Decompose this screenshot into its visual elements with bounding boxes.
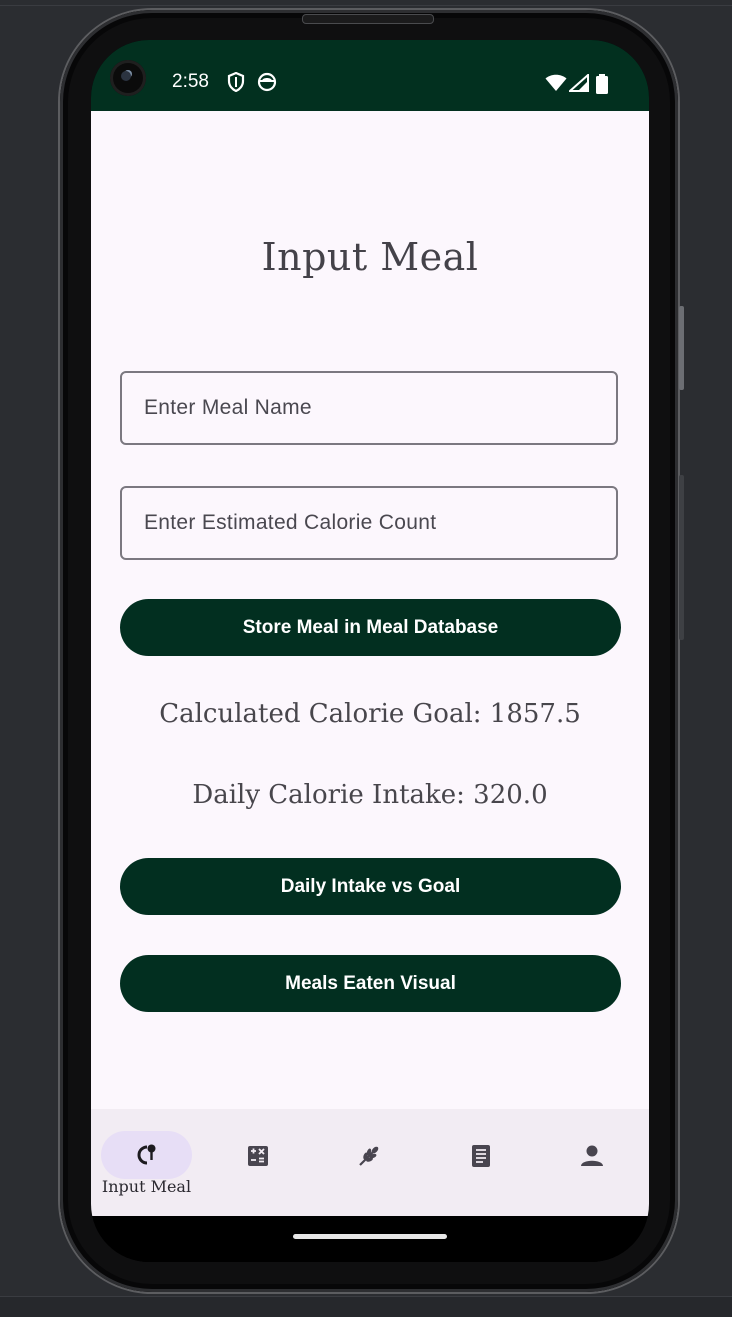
meal-icon <box>137 1144 156 1165</box>
profile-icon <box>581 1145 603 1166</box>
status-bar: 2:58 <box>91 40 649 111</box>
volume-rocker[interactable] <box>679 475 684 640</box>
nav-item-profile[interactable] <box>537 1109 648 1216</box>
intake-vs-goal-button[interactable]: Daily Intake vs Goal <box>120 858 621 915</box>
face-icon <box>257 72 277 92</box>
status-time: 2:58 <box>172 71 209 92</box>
signal-icon <box>569 74 589 92</box>
nav-item-document[interactable] <box>426 1109 537 1216</box>
calorie-count-field[interactable] <box>120 486 618 560</box>
page-title: Input Meal <box>261 235 479 279</box>
nav-item-grain[interactable] <box>314 1109 425 1216</box>
front-camera <box>110 60 146 96</box>
power-button[interactable] <box>679 306 684 390</box>
emulator-top-edge <box>0 5 732 6</box>
wifi-icon <box>545 74 567 91</box>
meal-name-field[interactable] <box>120 371 618 445</box>
store-meal-button[interactable]: Store Meal in Meal Database <box>120 599 621 656</box>
home-gesture-handle[interactable] <box>293 1234 447 1239</box>
nav-item-calculator[interactable] <box>203 1109 314 1216</box>
device-screen: 2:58 Input Meal Enter Meal Name Enter Es… <box>91 40 649 1262</box>
bottom-navigation: Input Meal <box>91 1109 649 1216</box>
speaker-grille <box>302 14 434 24</box>
shield-icon <box>227 72 245 92</box>
meals-eaten-visual-button[interactable]: Meals Eaten Visual <box>120 955 621 1012</box>
calorie-count-input[interactable] <box>122 488 616 558</box>
document-icon <box>472 1145 490 1167</box>
calorie-goal-text: Calculated Calorie Goal: 1857.5 <box>159 699 581 729</box>
nav-label-input-meal: Input Meal <box>101 1177 192 1196</box>
battery-icon <box>596 74 608 94</box>
input-meal-screen: Input Meal Store Meal in Meal Database C… <box>91 111 649 1109</box>
gesture-navigation-bar <box>91 1216 649 1262</box>
grain-icon <box>359 1146 379 1166</box>
nav-item-input-meal[interactable]: Input Meal <box>91 1109 202 1216</box>
emulator-bottom-edge <box>0 1296 732 1317</box>
phone-frame: 2:58 Input Meal Enter Meal Name Enter Es… <box>60 10 684 1292</box>
daily-intake-text: Daily Calorie Intake: 320.0 <box>192 780 548 810</box>
calculator-icon <box>248 1146 268 1166</box>
meal-name-input[interactable] <box>122 373 616 443</box>
